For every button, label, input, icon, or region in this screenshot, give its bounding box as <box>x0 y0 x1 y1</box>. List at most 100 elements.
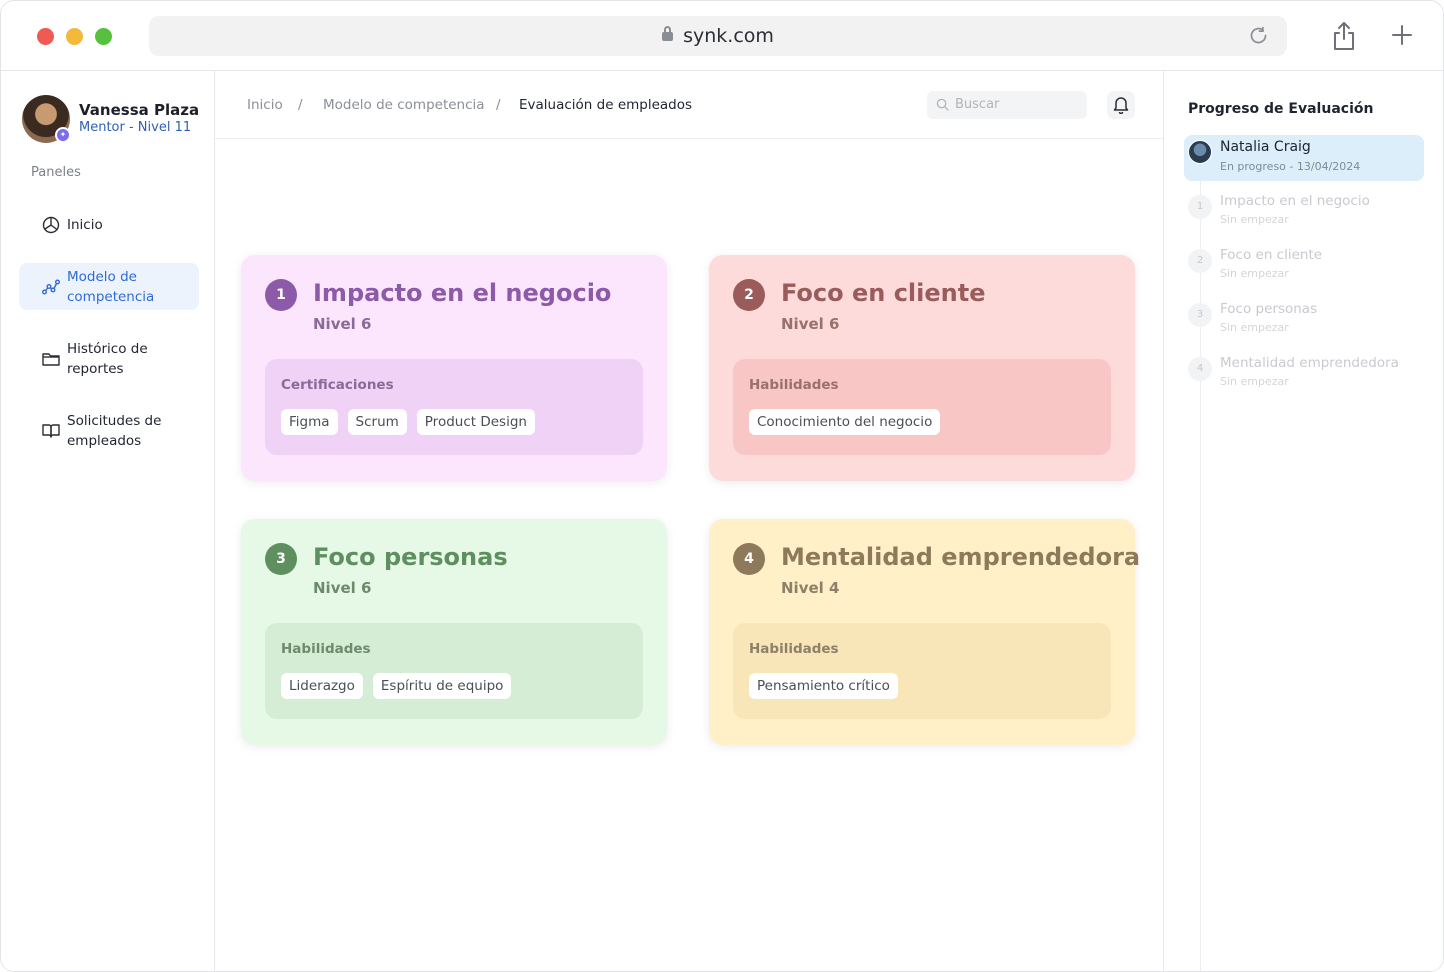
sidebar-item-label-line2: empleados <box>67 433 142 449</box>
breadcrumb-separator: / <box>298 97 303 113</box>
breadcrumb-separator: / <box>496 97 501 113</box>
tag: Scrum <box>347 409 407 435</box>
card-section: Habilidades Liderazgo Espíritu de equipo <box>265 623 643 719</box>
step-title: Impacto en el negocio <box>1220 193 1370 209</box>
progress-timeline-line <box>1200 181 1201 971</box>
card-section: Certificaciones Figma Scrum Product Desi… <box>265 359 643 455</box>
sidebar-item-label-line1: Histórico de <box>67 341 148 357</box>
step-status: Sin empezar <box>1220 213 1289 226</box>
sidebar-item-inicio[interactable]: Inicio <box>19 213 199 237</box>
step-number: 4 <box>1188 357 1212 381</box>
user-name: Vanessa Plaza <box>79 101 200 119</box>
top-bar: Inicio / Modelo de competencia / Evaluac… <box>215 71 1163 139</box>
step-status: Sin empezar <box>1220 375 1289 388</box>
card-number: 4 <box>733 543 765 575</box>
card-section-title: Habilidades <box>749 641 839 657</box>
card-title: Mentalidad emprendedora <box>781 543 1141 571</box>
graph-icon <box>42 279 60 294</box>
tag-list: Pensamiento crítico <box>749 673 898 699</box>
tag-list: Figma Scrum Product Design <box>281 409 535 435</box>
breadcrumb-modelo-competencia[interactable]: Modelo de competencia <box>323 97 485 113</box>
address-bar[interactable]: synk.com <box>149 16 1287 56</box>
sidebar-item-solicitudes[interactable]: Solicitudes de empleados <box>19 411 199 451</box>
folder-icon <box>42 353 60 366</box>
sidebar-item-label: Histórico de reportes <box>67 339 148 379</box>
tag: Pensamiento crítico <box>749 673 898 699</box>
progress-step[interactable]: 1 Impacto en el negocio Sin empezar <box>1188 193 1438 233</box>
sidebar: ✦ Vanessa Plaza Mentor - Nivel 11 Panele… <box>1 71 215 971</box>
tag: Espíritu de equipo <box>372 673 512 699</box>
step-status: Sin empezar <box>1220 267 1289 280</box>
sidebar-item-modelo-competencia[interactable]: Modelo de competencia <box>19 263 199 310</box>
notifications-button[interactable] <box>1107 91 1135 119</box>
step-title: Foco en cliente <box>1220 247 1323 263</box>
close-window-button[interactable] <box>37 28 54 45</box>
sidebar-item-label-line2: reportes <box>67 361 124 377</box>
card-title: Impacto en el negocio <box>313 279 612 307</box>
card-title: Foco personas <box>313 543 508 571</box>
progress-step[interactable]: 4 Mentalidad emprendedora Sin empezar <box>1188 355 1438 395</box>
minimize-window-button[interactable] <box>66 28 83 45</box>
bell-icon <box>1113 97 1129 114</box>
card-level: Nivel 4 <box>781 579 840 597</box>
card-section-title: Certificaciones <box>281 377 394 393</box>
employee-status: En progreso - 13/04/2024 <box>1220 160 1361 173</box>
competency-card-personas[interactable]: 3 Foco personas Nivel 6 Habilidades Lide… <box>241 519 667 745</box>
competency-card-emprendedora[interactable]: 4 Mentalidad emprendedora Nivel 4 Habili… <box>709 519 1140 745</box>
sidebar-item-label: Modelo de competencia <box>67 267 154 307</box>
tag: Figma <box>281 409 338 435</box>
tag-list: Liderazgo Espíritu de equipo <box>281 673 512 699</box>
user-role: Mentor - Nivel 11 <box>79 120 192 135</box>
breadcrumb-inicio[interactable]: Inicio <box>247 97 283 113</box>
share-icon[interactable] <box>1331 21 1357 51</box>
card-level: Nivel 6 <box>313 315 372 333</box>
tag: Conocimiento del negocio <box>749 409 941 435</box>
competency-card-impacto[interactable]: 1 Impacto en el negocio Nivel 6 Certific… <box>241 255 667 481</box>
card-level: Nivel 6 <box>781 315 840 333</box>
step-number: 2 <box>1188 249 1212 273</box>
badge-icon: ✦ <box>55 127 71 143</box>
tag: Product Design <box>416 409 535 435</box>
step-title: Foco personas <box>1220 301 1318 317</box>
breadcrumb-current: Evaluación de empleados <box>519 97 693 113</box>
search-icon <box>936 98 949 111</box>
search-input[interactable]: Buscar <box>927 91 1087 119</box>
sidebar-item-label-line1: Modelo de <box>67 268 137 285</box>
sidebar-section-label: Paneles <box>31 165 81 180</box>
employee-name: Natalia Craig <box>1220 139 1311 155</box>
main-content: Inicio / Modelo de competencia / Evaluac… <box>215 71 1163 971</box>
progress-panel: Progreso de Evaluación Natalia Craig En … <box>1163 71 1443 971</box>
maximize-window-button[interactable] <box>95 28 112 45</box>
card-title: Foco en cliente <box>781 279 986 307</box>
tag: Liderazgo <box>281 673 363 699</box>
step-title: Mentalidad emprendedora <box>1220 355 1399 371</box>
tag-list: Conocimiento del negocio <box>749 409 941 435</box>
progress-title: Progreso de Evaluación <box>1188 101 1374 117</box>
competency-card-cliente[interactable]: 2 Foco en cliente Nivel 6 Habilidades Co… <box>709 255 1135 481</box>
card-number: 3 <box>265 543 297 575</box>
url-display: synk.com <box>149 25 1287 47</box>
book-icon <box>42 424 60 438</box>
step-status: Sin empezar <box>1220 321 1289 334</box>
browser-window: synk.com ✦ Vanessa Plaza Mentor - Nivel … <box>0 0 1444 972</box>
lock-icon <box>662 26 674 41</box>
sidebar-item-label: Solicitudes de empleados <box>67 411 161 451</box>
sidebar-item-label-line2: competencia <box>67 288 155 305</box>
card-level: Nivel 6 <box>313 579 372 597</box>
card-section-title: Habilidades <box>281 641 371 657</box>
pie-chart-icon <box>42 216 60 234</box>
card-section: Habilidades Conocimiento del negocio <box>733 359 1111 455</box>
progress-step[interactable]: 3 Foco personas Sin empezar <box>1188 301 1438 341</box>
step-number: 3 <box>1188 303 1212 327</box>
plus-icon[interactable] <box>1390 23 1414 47</box>
card-number: 2 <box>733 279 765 311</box>
url-text: synk.com <box>683 25 774 47</box>
sidebar-item-label: Inicio <box>67 217 103 233</box>
step-number: 1 <box>1188 195 1212 219</box>
card-section-title: Habilidades <box>749 377 839 393</box>
reload-icon[interactable] <box>1248 25 1269 46</box>
card-number: 1 <box>265 279 297 311</box>
progress-step[interactable]: 2 Foco en cliente Sin empezar <box>1188 247 1438 287</box>
sidebar-item-historico[interactable]: Histórico de reportes <box>19 339 199 379</box>
sidebar-item-label-line1: Solicitudes de <box>67 413 162 429</box>
